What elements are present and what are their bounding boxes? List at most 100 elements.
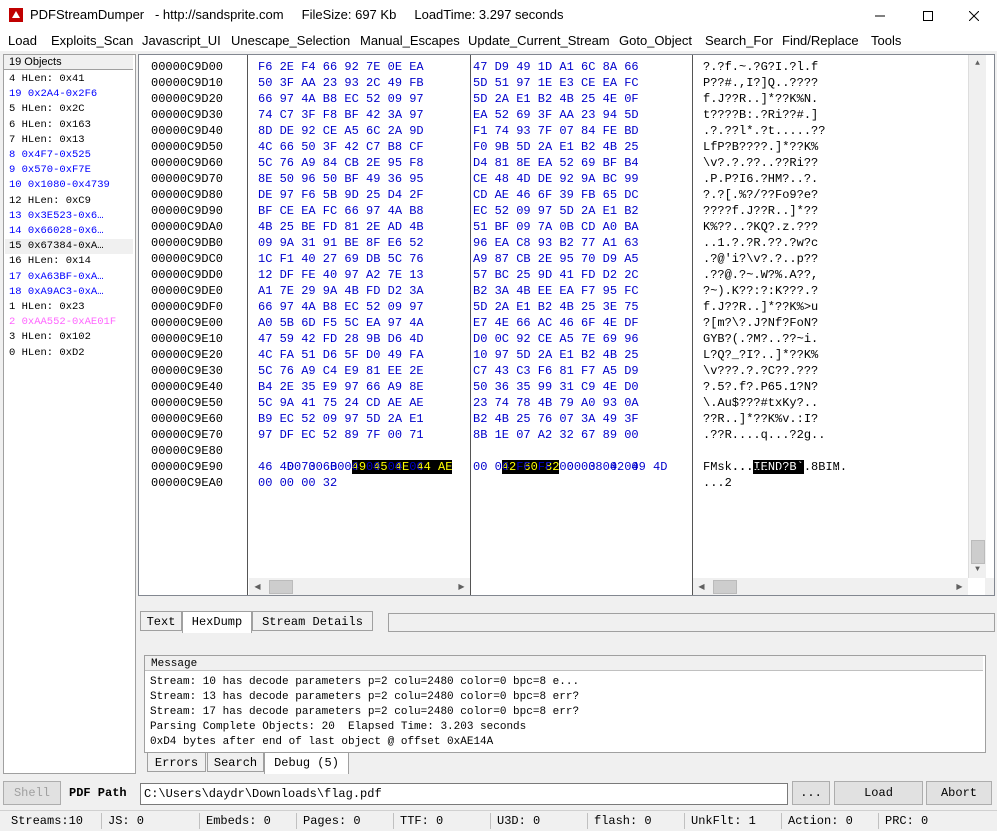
scroll-left-icon[interactable]: ◀ [693, 578, 710, 595]
scroll-thumb[interactable] [269, 580, 293, 594]
menu-exploits-scan[interactable]: Exploits_Scan [51, 33, 133, 48]
tab-search[interactable]: Search [207, 752, 264, 772]
object-list-item[interactable]: 9 0x570-0xF7E [9, 163, 91, 178]
hex-address: 00000C9E40 [151, 379, 224, 394]
object-list-item[interactable]: 2 0xAA552-0xAE01F [9, 315, 116, 330]
menu-tools[interactable]: Tools [871, 33, 901, 48]
divider [470, 55, 471, 595]
scroll-thumb[interactable] [713, 580, 737, 594]
object-list-item[interactable]: 8 0x4F7-0x525 [9, 148, 91, 163]
object-list-item[interactable]: 18 0xA9AC3-0xA… [9, 285, 104, 300]
hex-address: 00000C9DC0 [151, 251, 224, 266]
menu-unescape-selection[interactable]: Unescape_Selection [231, 33, 350, 48]
scroll-left-icon[interactable]: ◀ [249, 578, 266, 595]
object-list-item[interactable]: 7 HLen: 0x13 [9, 133, 85, 148]
message-line[interactable]: Stream: 10 has decode parameters p=2 col… [150, 675, 579, 690]
message-line[interactable]: Parsing Complete Objects: 20 Elapsed Tim… [150, 720, 526, 735]
horizontal-scrollbar[interactable]: ◀ ▶ [249, 578, 470, 595]
menu-javascript-ui[interactable]: Javascript_UI [142, 33, 221, 48]
hex-ascii: \v???.?.?C??.??? [703, 363, 819, 378]
hex-ascii: .P.P?I6.?HM?..?. [703, 171, 819, 186]
object-list-item[interactable]: 15 0x67384-0xA… [5, 239, 133, 255]
window-title: PDFStreamDumper - http://sandsprite.com … [30, 7, 564, 22]
object-list-item[interactable]: 1 HLen: 0x23 [9, 300, 85, 315]
hex-address: 00000C9D00 [151, 60, 224, 74]
hex-ascii: f.J??R..]*??K%N. [703, 91, 819, 106]
object-list-item[interactable]: 17 0xA63BF-0xA… [9, 270, 104, 285]
hex-bytes-2: F1 74 93 7F 07 84 FE BD [473, 123, 639, 138]
menu-find-replace[interactable]: Find/Replace [782, 33, 859, 48]
menu-manual-escapes[interactable]: Manual_Escapes [360, 33, 460, 48]
hex-bytes-2: 10 97 5D 2A E1 B2 4B 25 [473, 347, 639, 362]
hex-address: 00000C9D60 [151, 155, 224, 170]
browse-button[interactable]: ... [792, 781, 830, 805]
scroll-corner [985, 578, 994, 595]
minimize-button[interactable] [857, 0, 903, 31]
abort-button[interactable]: Abort [926, 781, 992, 805]
message-line[interactable]: 0xD4 bytes after end of last object @ of… [150, 735, 493, 750]
menu-update-current-stream[interactable]: Update_Current_Stream [468, 33, 610, 48]
object-list-item[interactable]: 0 HLen: 0xD2 [9, 346, 85, 361]
hex-bytes-2: 51 BF 09 7A 0B CD A0 BA [473, 219, 639, 234]
tab-errors[interactable]: Errors [147, 752, 206, 772]
hex-ascii: ?.?[.%?/??Fo9?e? [703, 187, 819, 202]
menu-goto-object[interactable]: Goto_Object [619, 33, 692, 48]
object-list-item[interactable]: 16 HLen: 0x14 [9, 254, 91, 269]
hex-address: 00000C9DA0 [151, 219, 224, 234]
vertical-scrollbar[interactable]: ▲ ▼ [968, 55, 986, 578]
hex-ascii: ????f.J??R..]*?? [703, 203, 819, 218]
object-list-item[interactable]: 12 HLen: 0xC9 [9, 194, 91, 209]
message-line[interactable]: Stream: 13 has decode parameters p=2 col… [150, 690, 579, 705]
hex-ascii: .??@.?~.W?%.A??, [703, 267, 819, 282]
scroll-right-icon[interactable]: ▶ [951, 578, 968, 595]
hexdump-view[interactable]: 00000C9D00 F6 2E F4 66 92 7E 0E EA 47 D9 4… [138, 54, 995, 596]
hex-ascii: .??R....q...?2g.. [703, 427, 826, 442]
object-list-item[interactable]: 4 HLen: 0x41 [9, 72, 85, 87]
hex-ascii: FMsk....... ... [703, 460, 848, 474]
scroll-down-icon[interactable]: ▼ [969, 561, 986, 578]
tab-hexdump[interactable]: HexDump [182, 611, 252, 633]
object-list-item[interactable]: 13 0x3E523-0x6… [9, 209, 104, 224]
hex-ascii: P??#.,I?]Q..???? [703, 75, 819, 90]
object-list-item[interactable]: 6 HLen: 0x163 [9, 118, 91, 133]
hex-ascii: \.Au$???#txKy?.. [703, 395, 819, 410]
tab-stream-details[interactable]: Stream Details [252, 611, 373, 631]
object-list-item[interactable]: 5 HLen: 0x2C [9, 102, 85, 117]
load-button[interactable]: Load [834, 781, 923, 805]
object-list[interactable]: 19 Objects 4 HLen: 0x41 19 0x2A4-0x2F6 5 H… [3, 54, 136, 774]
hex-bytes-2: A9 87 CB 2E 95 70 D9 A5 [473, 251, 639, 266]
tab-debug[interactable]: Debug (5) [264, 752, 349, 774]
hex-bytes-2: 47 D9 49 1D A1 6C 8A 66 [473, 60, 639, 74]
hex-bytes-2: F0 9B 5D 2A E1 B2 4B 25 [473, 139, 639, 154]
horizontal-scrollbar[interactable]: ◀ ▶ [693, 578, 968, 595]
status-u3d: U3D: 0 [490, 813, 540, 829]
scroll-up-icon[interactable]: ▲ [969, 55, 986, 72]
hex-bytes-1: 66 97 4A B8 EC 52 09 97 [258, 299, 424, 314]
hex-address: 00000C9DB0 [151, 235, 224, 250]
hex-bytes-1: 74 C7 3F F8 BF 42 3A 97 [258, 107, 424, 122]
scroll-right-icon[interactable]: ▶ [453, 578, 470, 595]
menu-search-for[interactable]: Search_For [705, 33, 773, 48]
hex-bytes-2: 5D 2A E1 B2 4B 25 3E 75 [473, 299, 639, 314]
pdf-app-icon [8, 7, 24, 23]
message-line[interactable]: Stream: 17 has decode parameters p=2 col… [150, 705, 579, 720]
hex-address: 00000C9EA0 [151, 476, 224, 490]
object-list-item[interactable]: 10 0x1080-0x4739 [9, 178, 110, 193]
menu-load[interactable]: Load [8, 33, 37, 48]
hex-address: 00000C9D10 [151, 75, 224, 90]
pdf-path-input[interactable]: C:\Users\daydr\Downloads\flag.pdf [140, 783, 788, 805]
object-list-item[interactable]: 3 HLen: 0x102 [9, 330, 91, 345]
shell-button[interactable]: Shell [3, 781, 61, 805]
hex-ascii: .?.??l*.?t.....?? [703, 123, 826, 138]
hex-bytes-2: CE 48 4D DE 92 9A BC 99 [473, 171, 639, 186]
tab-text[interactable]: Text [140, 611, 182, 631]
message-panel[interactable]: Message Stream: 10 has decode parameters… [144, 655, 986, 753]
status-unkflt: UnkFlt: 1 [684, 813, 756, 829]
object-list-item[interactable]: 14 0x66028-0x6… [9, 224, 104, 239]
hex-address: 00000C9E20 [151, 347, 224, 362]
object-list-item[interactable]: 19 0x2A4-0x2F6 [9, 87, 97, 102]
hex-address: 00000C9D40 [151, 123, 224, 138]
maximize-button[interactable] [905, 0, 951, 31]
close-button[interactable] [951, 0, 997, 31]
hex-address: 00000C9E60 [151, 411, 224, 426]
